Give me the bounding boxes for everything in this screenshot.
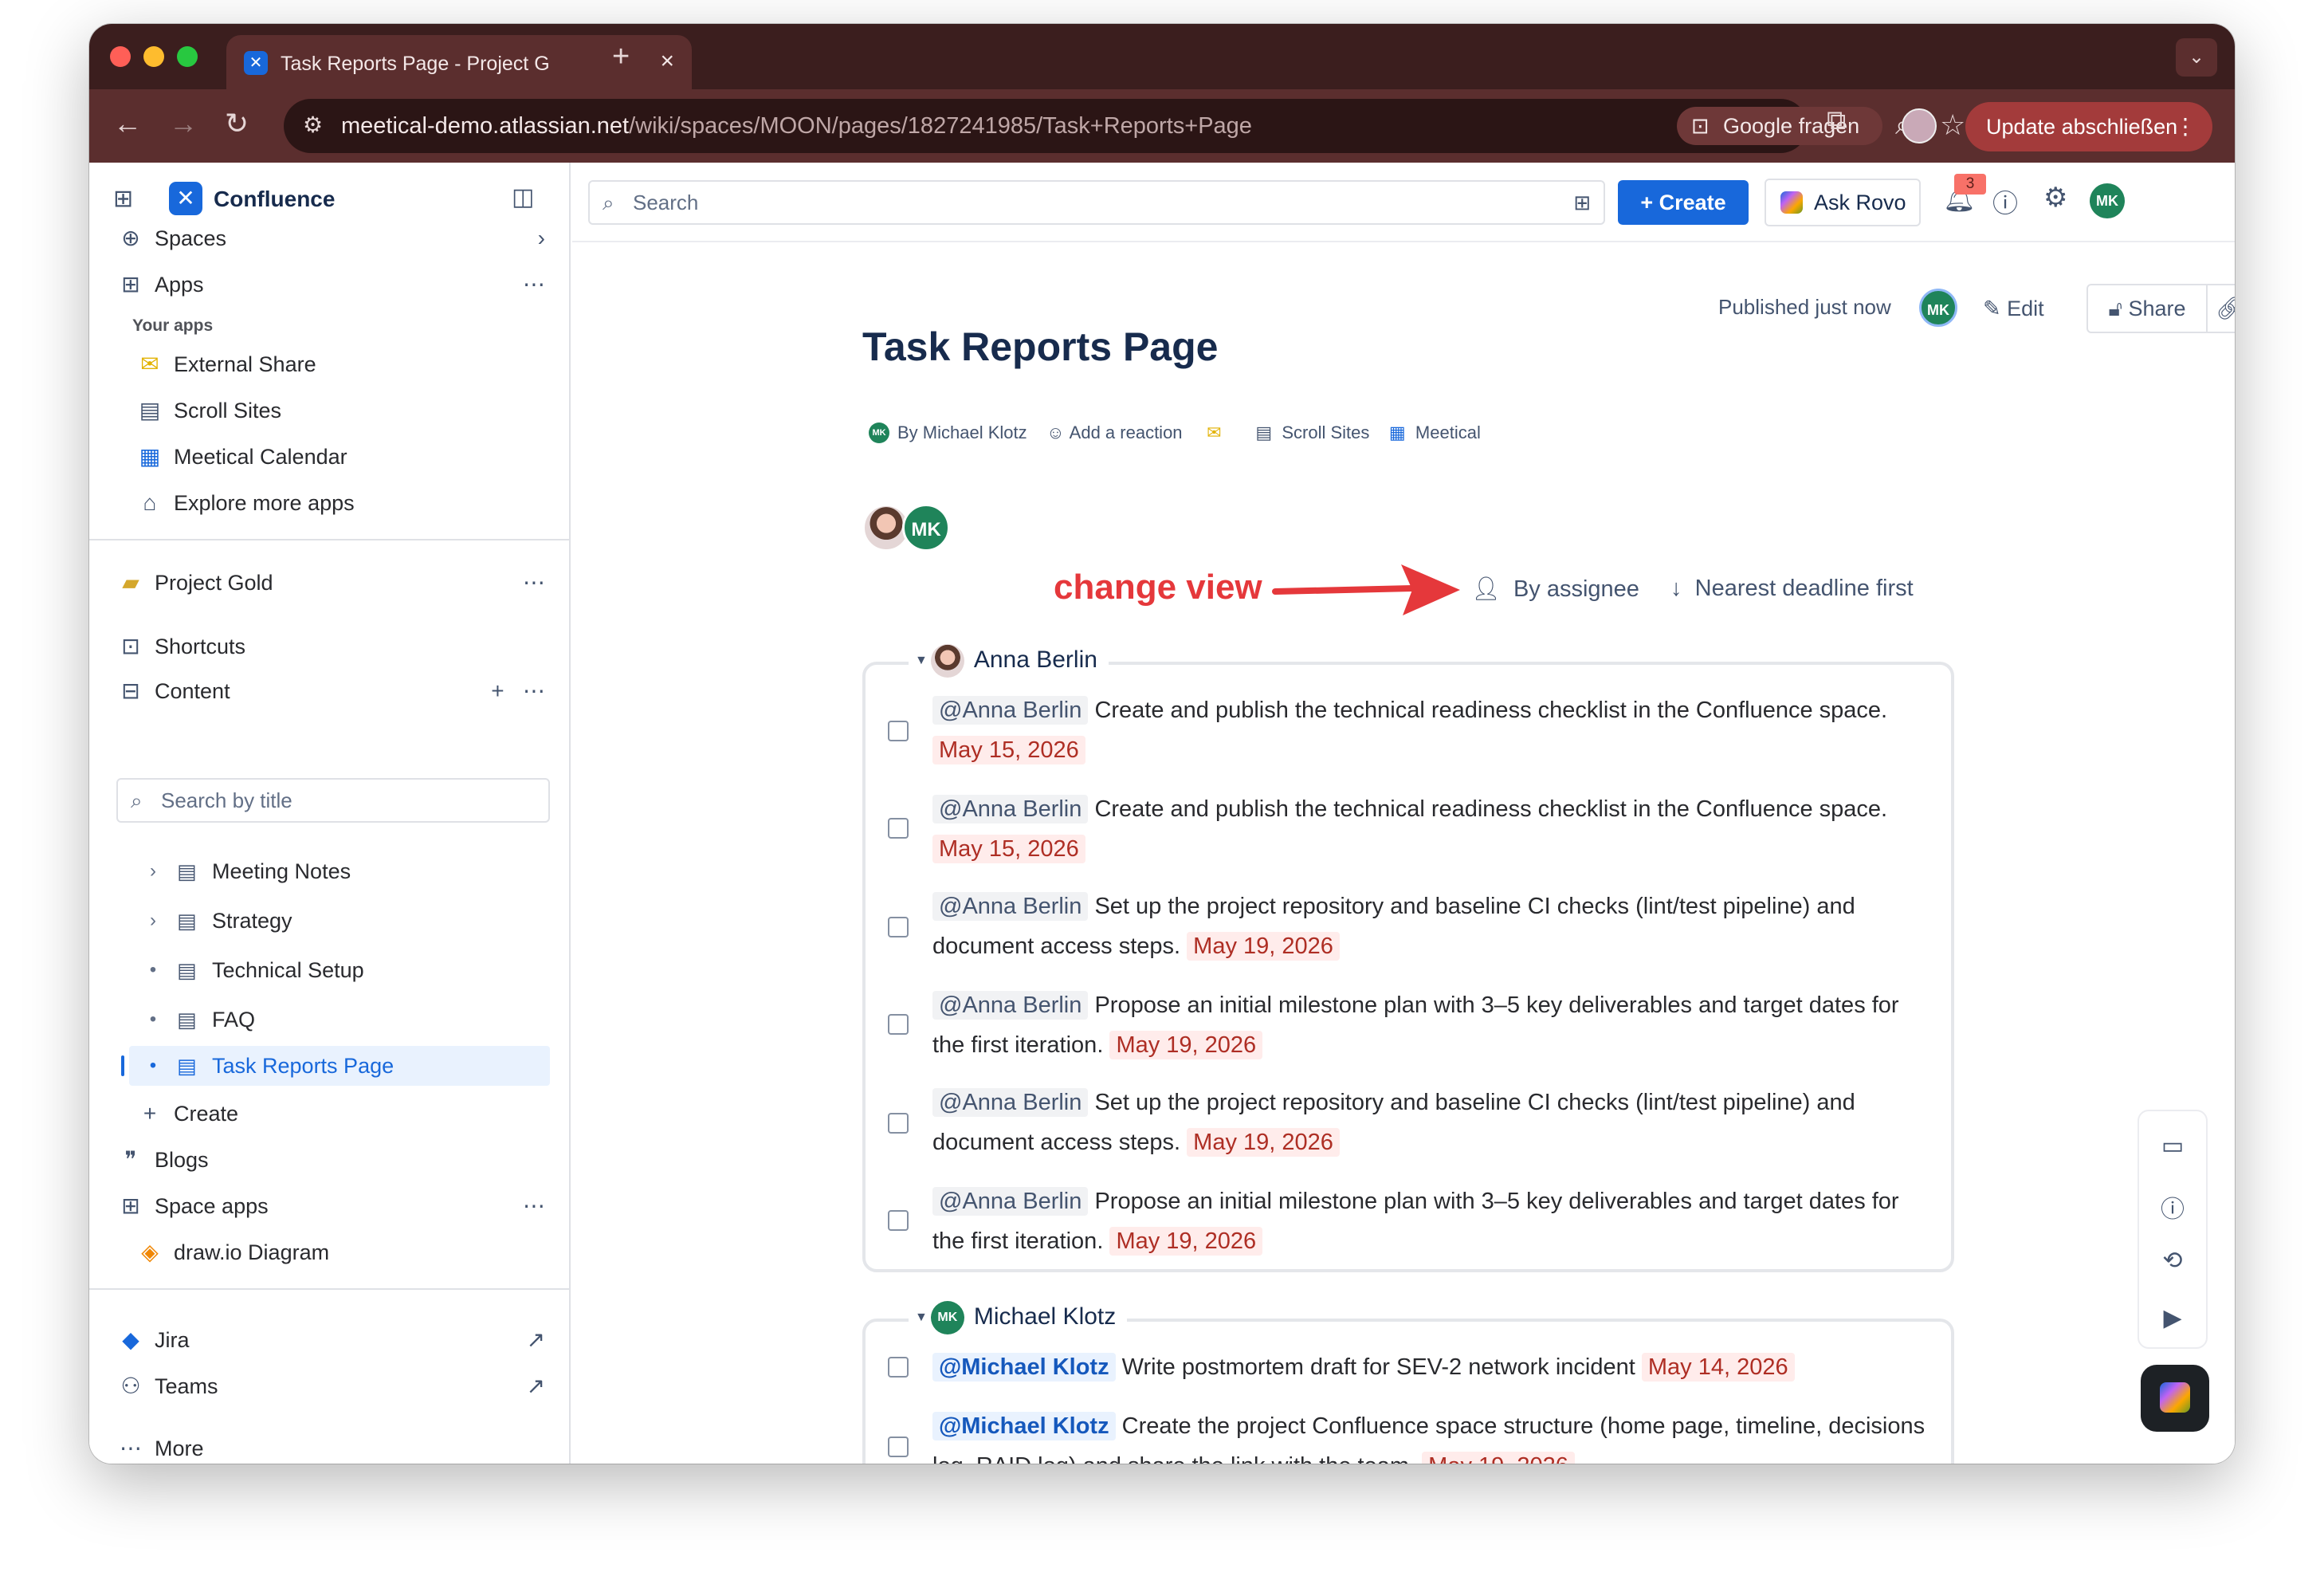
task-text: @Michael Klotz Write postmortem draft fo… — [932, 1347, 1929, 1387]
mention-chip[interactable]: @Anna Berlin — [932, 1088, 1089, 1117]
add-reaction-icon[interactable]: ☺ — [1046, 419, 1064, 447]
rovo-icon — [2160, 1382, 2190, 1413]
sort-label: Nearest deadline first — [1694, 576, 1914, 601]
mention-chip[interactable]: @Anna Berlin — [932, 991, 1089, 1020]
info-icon[interactable]: ⓘ — [2139, 1189, 2206, 1224]
task-checkbox[interactable] — [888, 1014, 909, 1035]
annotation-arrow — [1272, 564, 1460, 615]
due-date-chip[interactable]: May 19, 2026 — [1187, 932, 1340, 961]
right-action-rail: ▭ ⓘ ⟲ ▶ — [2138, 1110, 2208, 1349]
byline-meetical[interactable]: Meetical — [1415, 419, 1481, 447]
due-date-chip[interactable]: May 15, 2026 — [932, 736, 1085, 764]
add-reaction-label[interactable]: Add a reaction — [1070, 419, 1183, 447]
task-text: @Anna Berlin Propose an initial mileston… — [932, 1181, 1929, 1261]
collapse-caret-icon[interactable]: ▼ — [915, 642, 928, 680]
loom-icon[interactable]: ⟲ — [2139, 1247, 2206, 1275]
group-by-assignee-toggle[interactable]: 👤︎ By assignee — [1471, 576, 1639, 603]
sort-deadline-toggle[interactable]: ↓ Nearest deadline first — [1670, 576, 1914, 602]
task-checkbox[interactable] — [888, 1113, 909, 1134]
task-checkbox[interactable] — [888, 818, 909, 839]
task-text: @Anna Berlin Set up the project reposito… — [932, 886, 1929, 966]
due-date-chip[interactable]: May 14, 2026 — [1641, 1353, 1795, 1382]
avatar-anna-berlin — [930, 644, 964, 678]
due-date-chip[interactable]: May 19, 2026 — [1109, 1227, 1263, 1256]
author-mini-avatar: MK — [869, 423, 889, 444]
change-view-annotation: change view — [1054, 568, 1262, 607]
due-date-chip[interactable]: May 15, 2026 — [932, 835, 1085, 863]
task-checkbox[interactable] — [888, 917, 909, 937]
collapse-caret-icon[interactable]: ▼ — [915, 1299, 928, 1337]
video-camera-icon[interactable]: ▶ — [2139, 1304, 2206, 1332]
group-header-anna-berlin[interactable]: ▼ Anna Berlin — [909, 641, 1109, 679]
task-checkbox[interactable] — [888, 721, 909, 741]
task-description: Create and publish the technical readine… — [1094, 698, 1888, 723]
mention-chip[interactable]: @Anna Berlin — [932, 696, 1089, 725]
group-by-label: By assignee — [1513, 576, 1639, 602]
task-checkbox[interactable] — [888, 1357, 909, 1378]
group-assignee-name: Michael Klotz — [973, 1303, 1117, 1330]
meetical-calendar-icon: ▦ — [1388, 423, 1406, 443]
task-text: @Anna Berlin Create and publish the tech… — [932, 789, 1929, 869]
mention-chip[interactable]: @Anna Berlin — [932, 892, 1089, 921]
comment-icon[interactable]: ▭ — [2139, 1132, 2206, 1160]
byline-author[interactable]: By Michael Klotz — [897, 419, 1027, 447]
task-description: Create and publish the technical readine… — [1094, 796, 1888, 822]
mention-chip[interactable]: @Anna Berlin — [932, 795, 1089, 823]
task-checkbox[interactable] — [888, 1210, 909, 1231]
mention-chip-self[interactable]: @Michael Klotz — [932, 1412, 1116, 1440]
avatar-michael-klotz: MK — [930, 1301, 964, 1335]
mention-chip-self[interactable]: @Michael Klotz — [932, 1353, 1116, 1382]
due-date-chip[interactable]: May 19, 2026 — [1422, 1452, 1575, 1464]
mention-chip[interactable]: @Anna Berlin — [932, 1187, 1089, 1216]
avatar-michael-klotz[interactable]: MK — [902, 504, 950, 552]
group-assignee-name: Anna Berlin — [973, 647, 1097, 673]
person-icon: 👤︎ — [1471, 576, 1501, 602]
page-byline: MK By Michael Klotz ☺ Add a reaction ✉ ▤ … — [869, 418, 1481, 446]
due-date-chip[interactable]: May 19, 2026 — [1187, 1128, 1340, 1157]
due-date-chip[interactable]: May 19, 2026 — [1109, 1031, 1263, 1059]
rovo-chat-button[interactable] — [2141, 1365, 2209, 1432]
task-text: @Anna Berlin Propose an initial mileston… — [932, 985, 1929, 1065]
page-body-inner: Task Reports Page MK By Michael Klotz ☺ A… — [89, 24, 2235, 1464]
task-checkbox[interactable] — [888, 1437, 909, 1457]
task-description: Write postmortem draft for SEV-2 network… — [1121, 1354, 1635, 1380]
external-share-icon[interactable]: ✉ — [1207, 419, 1221, 447]
arrow-down-icon: ↓ — [1670, 576, 1682, 601]
task-text: @Anna Berlin Create and publish the tech… — [932, 690, 1929, 770]
page-body: Task Reports Page MK By Michael Klotz ☺ A… — [89, 24, 2235, 1464]
scroll-sites-icon: ▤ — [1255, 423, 1273, 443]
byline-scroll-sites[interactable]: Scroll Sites — [1282, 419, 1369, 447]
task-text: @Michael Klotz Create the project Conflu… — [932, 1406, 1929, 1464]
task-text: @Anna Berlin Set up the project reposito… — [932, 1083, 1929, 1162]
group-header-michael-klotz[interactable]: ▼ MK Michael Klotz — [909, 1298, 1128, 1337]
page-title: Task Reports Page — [862, 324, 1219, 369]
